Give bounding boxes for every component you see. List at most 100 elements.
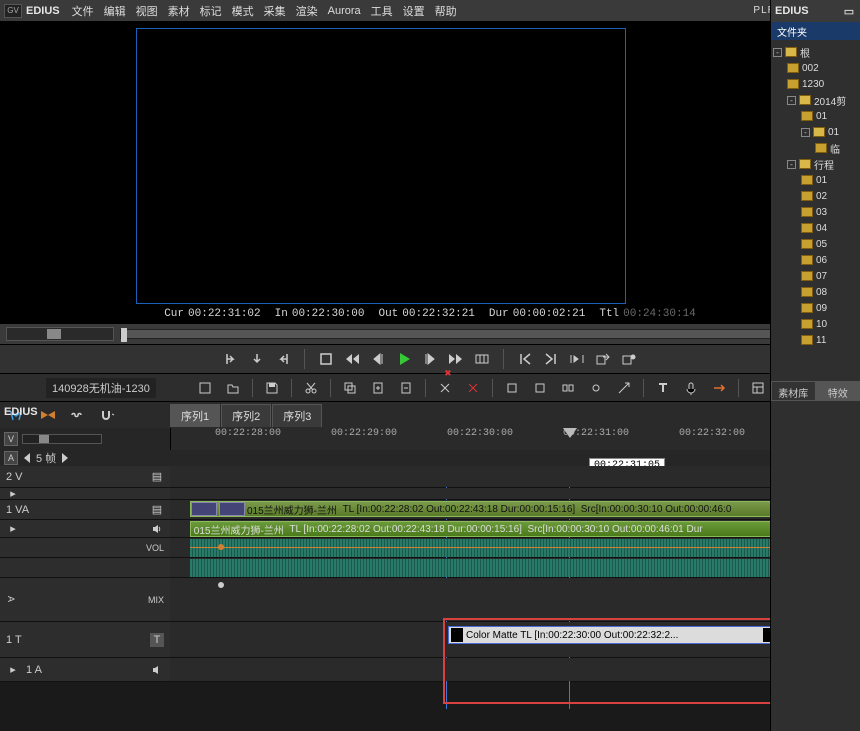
next-edit-icon[interactable] [542, 350, 560, 368]
save-icon[interactable] [263, 379, 281, 397]
playhead-icon[interactable] [563, 428, 577, 438]
title-icon[interactable] [654, 379, 672, 397]
play-around-icon[interactable] [568, 350, 586, 368]
play-icon[interactable] [395, 350, 413, 368]
group-icon[interactable] [559, 379, 577, 397]
export-icon[interactable] [594, 350, 612, 368]
render-icon[interactable] [710, 379, 728, 397]
prev-edit-icon[interactable] [516, 350, 534, 368]
tree-item[interactable]: -2014剪 [773, 92, 858, 108]
zoom-slider[interactable] [22, 434, 102, 444]
sequence-tab-2[interactable]: 序列2 [221, 404, 271, 427]
paste-overwrite-icon[interactable] [397, 379, 415, 397]
tree-item[interactable]: 02 [773, 188, 858, 204]
color-matte-clip[interactable]: Color Matte TL [In:00:22:30:00 Out:00:22… [448, 626, 778, 644]
stop-icon[interactable] [317, 350, 335, 368]
speaker-icon[interactable] [150, 663, 164, 677]
step-right-icon[interactable] [62, 453, 68, 463]
menu-clip[interactable]: 素材 [168, 3, 190, 19]
time-ruler[interactable]: 00:22:28:00 00:22:29:00 00:22:30:00 00:2… [170, 428, 860, 450]
sequence-tab-1[interactable]: 序列1 [170, 404, 220, 427]
fast-fwd-icon[interactable] [447, 350, 465, 368]
menu-render[interactable]: 渲染 [296, 3, 318, 19]
tree-item[interactable]: 08 [773, 284, 858, 300]
tree-item[interactable]: 01 [773, 172, 858, 188]
audio-clip-header[interactable]: 015兰州威力狮-兰州 TL [In:00:22:28:02 Out:00:22… [190, 521, 860, 537]
trans-icon[interactable] [615, 379, 633, 397]
open-icon[interactable] [224, 379, 242, 397]
a-patch[interactable]: A [4, 451, 18, 465]
video-clip[interactable]: 015兰州威力狮-兰州 TL [In:00:22:28:02 Out:00:22… [190, 501, 860, 517]
track-2v-body[interactable] [170, 466, 860, 487]
sequence-tab-3[interactable]: 序列3 [272, 404, 322, 427]
tree-item[interactable]: 11 [773, 332, 858, 348]
menu-aurora[interactable]: Aurora [328, 5, 361, 17]
tree-root[interactable]: -根 [773, 44, 858, 60]
bin-tab-effects[interactable]: 特效 [816, 381, 860, 401]
multicam-mode-icon[interactable] [68, 406, 88, 424]
copy-icon[interactable] [341, 379, 359, 397]
menu-view[interactable]: 视图 [136, 3, 158, 19]
v-patch[interactable]: V [4, 432, 18, 446]
track-vol-body[interactable] [170, 538, 860, 557]
paste-insert-icon[interactable] [369, 379, 387, 397]
video-toggle-icon[interactable]: ▤ [150, 503, 164, 517]
vol-line[interactable] [190, 547, 860, 548]
speaker-icon[interactable] [150, 522, 164, 536]
voice-icon[interactable] [682, 379, 700, 397]
bin-folder-icon[interactable]: ▭ [842, 4, 856, 18]
menu-mode[interactable]: 模式 [232, 3, 254, 19]
tree-item[interactable]: 06 [773, 252, 858, 268]
toggle-2-icon[interactable] [531, 379, 549, 397]
tree-item[interactable]: 04 [773, 220, 858, 236]
ripple-delete-icon[interactable]: ✖ [436, 379, 454, 397]
step-back-icon[interactable] [369, 350, 387, 368]
tree-item[interactable]: 05 [773, 236, 858, 252]
marker-down-icon[interactable] [248, 350, 266, 368]
video-toggle-icon[interactable]: ▤ [150, 470, 164, 484]
new-seq-icon[interactable] [196, 379, 214, 397]
menu-edit[interactable]: 编辑 [104, 3, 126, 19]
tree-item[interactable]: 002 [773, 60, 858, 76]
tree-item[interactable]: -行程 [773, 156, 858, 172]
track-1a-body[interactable] [170, 658, 860, 681]
mix-keyframe-icon[interactable] [218, 582, 224, 588]
menu-marker[interactable]: 标记 [200, 3, 222, 19]
track-1va-body[interactable]: 015兰州威力狮-兰州 TL [In:00:22:28:02 Out:00:22… [170, 500, 860, 519]
scrub-track[interactable] [120, 329, 854, 339]
magnet-mode-icon[interactable] [98, 406, 118, 424]
tree-item[interactable]: 09 [773, 300, 858, 316]
scrub-bar[interactable] [0, 324, 860, 344]
menu-tools[interactable]: 工具 [371, 3, 393, 19]
preview-monitor[interactable] [136, 28, 626, 304]
track-1t-body[interactable]: Color Matte TL [In:00:22:30:00 Out:00:22… [170, 622, 860, 657]
jog-control[interactable] [6, 327, 114, 341]
track-mix-body[interactable] [170, 578, 860, 621]
cut-icon[interactable] [302, 379, 320, 397]
tree-item[interactable]: 临 [773, 140, 858, 156]
tree-item[interactable]: 10 [773, 316, 858, 332]
tree-item[interactable]: 03 [773, 204, 858, 220]
vol-keyframe-icon[interactable] [218, 544, 224, 550]
project-name[interactable]: 140928无机油-1230 [46, 378, 156, 398]
set-in-icon[interactable] [222, 350, 240, 368]
tree-item[interactable]: -01 [773, 124, 858, 140]
menu-capture[interactable]: 采集 [264, 3, 286, 19]
menu-help[interactable]: 帮助 [435, 3, 457, 19]
track-2v-expand[interactable]: ▸ [0, 488, 860, 500]
layout-icon[interactable] [749, 379, 767, 397]
bin-tab-library[interactable]: 素材库 [771, 381, 816, 401]
menu-settings[interactable]: 设置 [403, 3, 425, 19]
link-icon[interactable] [587, 379, 605, 397]
set-out-icon[interactable] [274, 350, 292, 368]
scrub-in-marker[interactable] [121, 328, 127, 342]
loop-icon[interactable] [473, 350, 491, 368]
tree-item[interactable]: 07 [773, 268, 858, 284]
title-toggle-icon[interactable]: T [150, 633, 164, 647]
tree-item[interactable]: 01 [773, 108, 858, 124]
step-fwd-icon[interactable] [421, 350, 439, 368]
step-left-icon[interactable] [24, 453, 30, 463]
delete-gap-icon[interactable] [464, 379, 482, 397]
toggle-1-icon[interactable] [503, 379, 521, 397]
rewind-icon[interactable] [343, 350, 361, 368]
